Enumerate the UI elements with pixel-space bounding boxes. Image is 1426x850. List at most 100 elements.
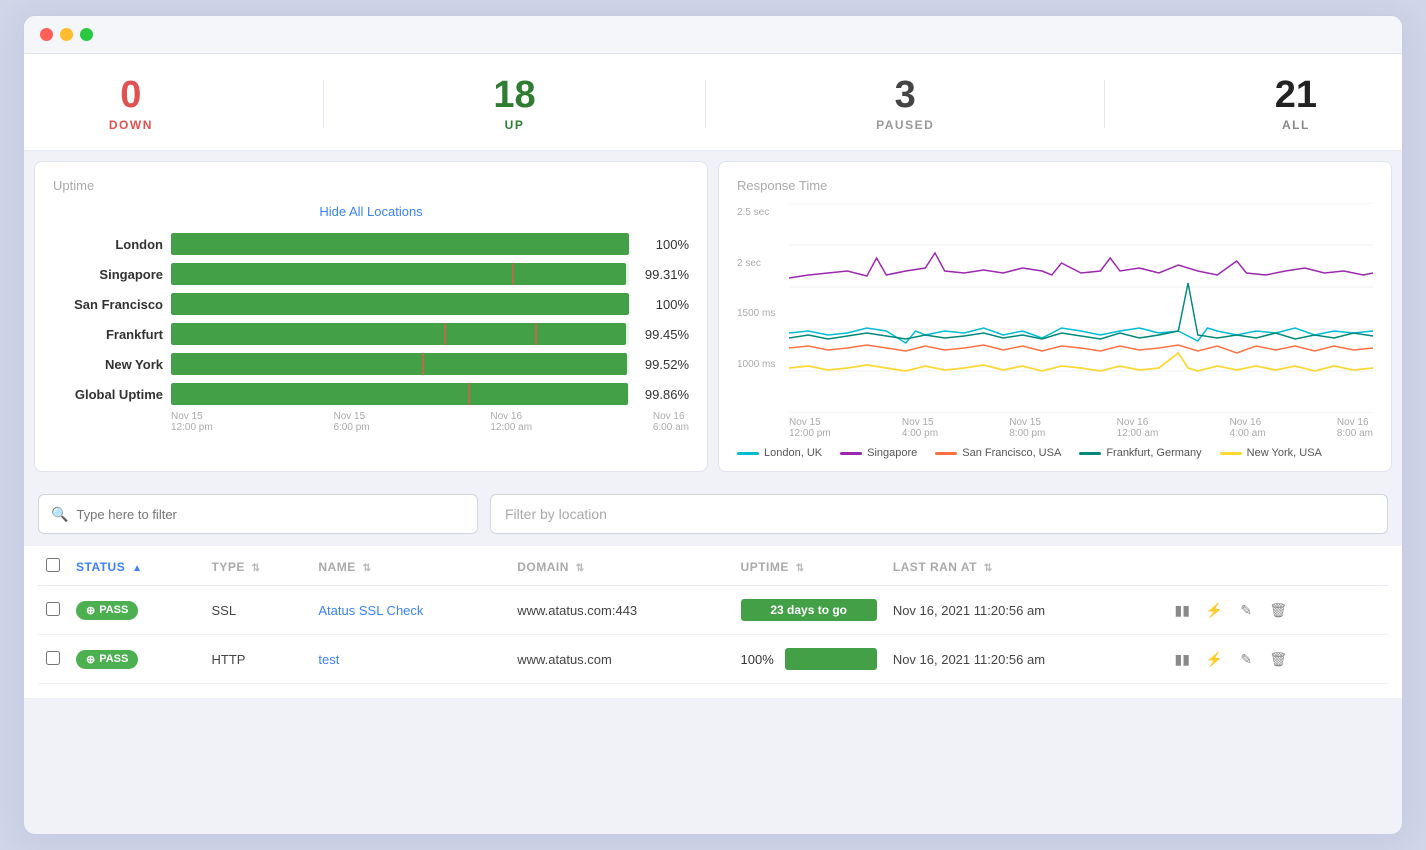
- stat-paused-label: PAUSED: [876, 118, 934, 132]
- uptime-bar-wrap-frankfurt: [171, 323, 629, 345]
- row2-uptime-bar: [785, 648, 877, 670]
- uptime-bar-wrap-ny: [171, 353, 629, 375]
- location-filter-placeholder: Filter by location: [505, 506, 607, 522]
- uptime-xaxis-label-1: Nov 1512:00 pm: [171, 411, 213, 433]
- location-filter-dropdown[interactable]: Filter by location: [490, 494, 1388, 534]
- header-checkbox-cell: [38, 546, 68, 586]
- close-dot[interactable]: [40, 28, 53, 41]
- uptime-pct-frankfurt: 99.45%: [637, 327, 689, 342]
- row1-action-icons: ▮▮ ⚡ ✎ 🗑: [1169, 597, 1380, 623]
- row1-name: Atatus SSL Check: [310, 586, 509, 635]
- filter-row: 🔍 Filter by location: [24, 482, 1402, 546]
- row1-pause-icon[interactable]: ▮▮: [1169, 597, 1195, 623]
- row2-bolt-icon[interactable]: ⚡: [1201, 646, 1227, 672]
- uptime-label-frankfurt: Frankfurt: [53, 327, 163, 342]
- stat-up[interactable]: 18 UP: [493, 76, 535, 132]
- sort-icon-domain: ⇅: [576, 563, 585, 574]
- sort-icon-last-ran: ⇅: [984, 563, 993, 574]
- filter-search-wrapper: 🔍: [38, 494, 478, 534]
- header-uptime[interactable]: UPTIME ⇅: [733, 546, 885, 586]
- uptime-label-london: London: [53, 237, 163, 252]
- response-yaxis-label-2: 2 sec: [737, 258, 775, 269]
- hide-all-locations-button[interactable]: Hide All Locations: [319, 204, 422, 219]
- row2-action-icons: ▮▮ ⚡ ✎ 🗑: [1169, 646, 1380, 672]
- header-name[interactable]: NAME ⇅: [310, 546, 509, 586]
- row2-name-link[interactable]: test: [318, 652, 339, 667]
- stat-divider-2: [705, 80, 706, 128]
- uptime-label-ny: New York: [53, 357, 163, 372]
- uptime-pct-ny: 99.52%: [637, 357, 689, 372]
- select-all-checkbox[interactable]: [46, 558, 60, 572]
- row1-uptime: 23 days to go: [733, 586, 885, 635]
- legend-line-london: [737, 452, 759, 455]
- stat-divider-1: [323, 80, 324, 128]
- legend-ny: New York, USA: [1220, 447, 1322, 459]
- stat-all-label: ALL: [1275, 118, 1317, 132]
- header-last-ran[interactable]: LAST RAN AT ⇅: [885, 546, 1161, 586]
- response-yaxis-label-4: 1000 ms: [737, 359, 775, 370]
- row1-bolt-icon[interactable]: ⚡: [1201, 597, 1227, 623]
- uptime-xaxis-label-2: Nov 156:00 pm: [333, 411, 369, 433]
- uptime-pct-london: 100%: [637, 237, 689, 252]
- uptime-label-sf: San Francisco: [53, 297, 163, 312]
- stat-up-label: UP: [493, 118, 535, 132]
- uptime-bar-wrap-sf: [171, 293, 629, 315]
- row2-type: HTTP: [203, 635, 310, 684]
- row2-edit-icon[interactable]: ✎: [1233, 646, 1259, 672]
- uptime-xaxis-label-3: Nov 1612:00 am: [490, 411, 532, 433]
- header-domain[interactable]: DOMAIN ⇅: [509, 546, 732, 586]
- response-xaxis-5: Nov 164:00 am: [1230, 417, 1266, 439]
- uptime-row-singapore: Singapore 99.31%: [53, 263, 689, 285]
- response-panel-title: Response Time: [737, 178, 1373, 193]
- row1-delete-icon[interactable]: 🗑: [1265, 597, 1291, 623]
- monitors-table: STATUS ▲ TYPE ⇅ NAME ⇅ DOMAIN ⇅ UPTIME ⇅: [38, 546, 1388, 684]
- minimize-dot[interactable]: [60, 28, 73, 41]
- row1-name-link[interactable]: Atatus SSL Check: [318, 603, 423, 618]
- legend-line-sf: [935, 452, 957, 455]
- row1-edit-icon[interactable]: ✎: [1233, 597, 1259, 623]
- table-row: PASS SSL Atatus SSL Check www.atatus.com…: [38, 586, 1388, 635]
- uptime-row-london: London 100%: [53, 233, 689, 255]
- legend-line-frankfurt: [1079, 452, 1101, 455]
- search-input[interactable]: [76, 507, 465, 522]
- response-xaxis: Nov 1512:00 pm Nov 154:00 pm Nov 158:00 …: [737, 413, 1373, 439]
- uptime-bar-wrap-singapore: [171, 263, 629, 285]
- uptime-panel: Uptime Hide All Locations London 100%: [34, 161, 708, 472]
- stat-paused[interactable]: 3 PAUSED: [876, 76, 934, 132]
- stat-all-number: 21: [1275, 76, 1317, 114]
- uptime-xaxis-label-4: Nov 166:00 am: [653, 411, 689, 433]
- uptime-bar-london: [171, 233, 629, 255]
- maximize-dot[interactable]: [80, 28, 93, 41]
- row1-checkbox[interactable]: [46, 602, 60, 616]
- row2-delete-icon[interactable]: 🗑: [1265, 646, 1291, 672]
- stat-paused-number: 3: [876, 76, 934, 114]
- uptime-rows: London 100% Singapore: [53, 233, 689, 405]
- legend-frankfurt: Frankfurt, Germany: [1079, 447, 1201, 459]
- stat-down[interactable]: 0 DOWN: [109, 76, 153, 132]
- response-xaxis-4: Nov 1612:00 am: [1117, 417, 1159, 439]
- header-type[interactable]: TYPE ⇅: [203, 546, 310, 586]
- legend-label-sf: San Francisco, USA: [962, 447, 1061, 459]
- row2-status-badge: PASS: [76, 650, 138, 669]
- legend-label-singapore: Singapore: [867, 447, 917, 459]
- row2-actions: ▮▮ ⚡ ✎ 🗑: [1161, 635, 1388, 684]
- uptime-label-singapore: Singapore: [53, 267, 163, 282]
- legend-sf: San Francisco, USA: [935, 447, 1061, 459]
- row2-pause-icon[interactable]: ▮▮: [1169, 646, 1195, 672]
- row1-uptime-bar: 23 days to go: [741, 599, 877, 621]
- uptime-pct-singapore: 99.31%: [637, 267, 689, 282]
- legend-label-ny: New York, USA: [1247, 447, 1322, 459]
- response-time-panel: Response Time 2.5 sec 2 sec 1500 ms 1000…: [718, 161, 1392, 472]
- row2-checkbox[interactable]: [46, 651, 60, 665]
- legend-line-singapore: [840, 452, 862, 455]
- stat-divider-3: [1104, 80, 1105, 128]
- row2-status: PASS: [68, 635, 203, 684]
- uptime-bar-sf: [171, 293, 629, 315]
- search-icon: 🔍: [51, 506, 68, 523]
- legend-singapore: Singapore: [840, 447, 917, 459]
- header-status[interactable]: STATUS ▲: [68, 546, 203, 586]
- sort-icon-name: ⇅: [363, 563, 372, 574]
- stat-all[interactable]: 21 ALL: [1275, 76, 1317, 132]
- legend-line-ny: [1220, 452, 1242, 455]
- table-row: PASS HTTP test www.atatus.com 100%: [38, 635, 1388, 684]
